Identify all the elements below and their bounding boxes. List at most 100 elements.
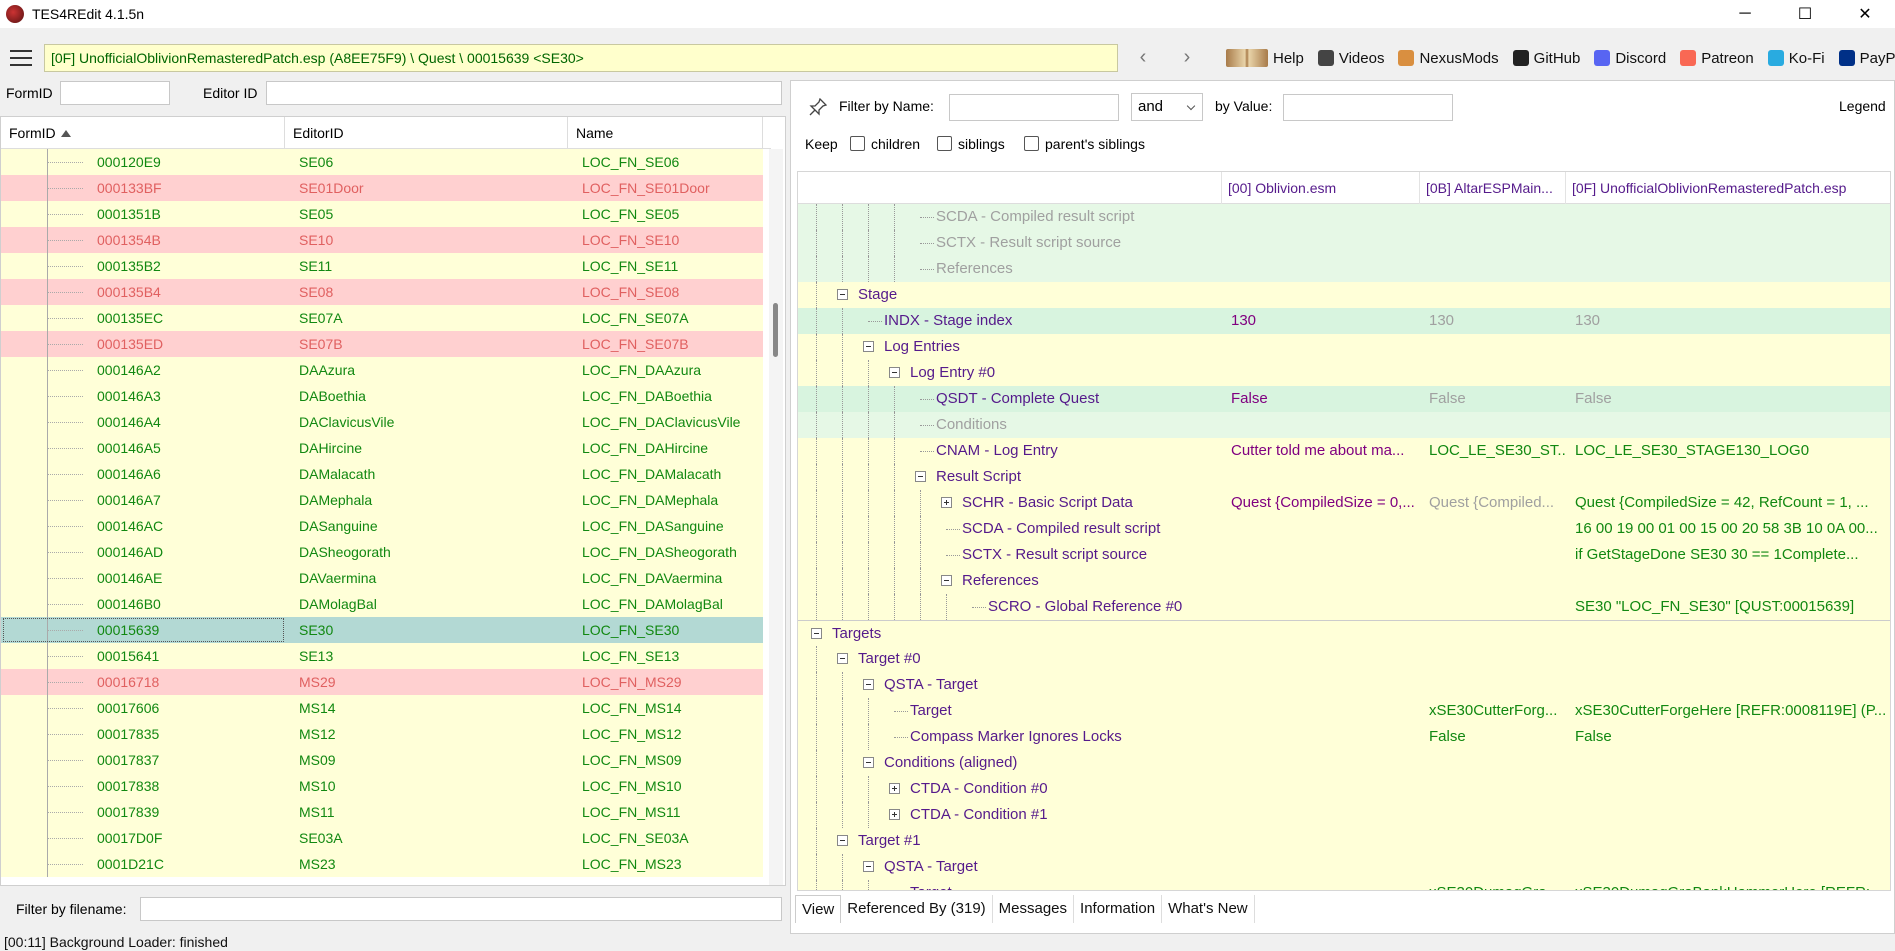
tree-row[interactable]: QSTA - Target — [798, 672, 1890, 698]
table-row[interactable]: 00017D0F SE03A LOC_FN_SE03A — [1, 825, 763, 851]
collapse-icon[interactable] — [811, 628, 822, 639]
tree-row[interactable]: Log Entry #0 — [798, 360, 1890, 386]
collapse-icon[interactable] — [863, 757, 874, 768]
table-row[interactable]: 0001354B SE10 LOC_FN_SE10 — [1, 227, 763, 253]
tree-row[interactable]: Target xSE30DumagGra...xSE30DumagGraBankH… — [798, 880, 1890, 890]
tree-row[interactable]: CTDA - Condition #0 — [798, 776, 1890, 802]
tree-row[interactable]: References — [798, 256, 1890, 282]
tree-row[interactable]: SCTX - Result script source — [798, 230, 1890, 256]
expand-icon[interactable] — [941, 497, 952, 508]
table-row[interactable]: 000120E9 SE06 LOC_FN_SE06 — [1, 149, 763, 175]
collapse-icon[interactable] — [863, 341, 874, 352]
table-row[interactable]: 00017838 MS10 LOC_FN_MS10 — [1, 773, 763, 799]
table-row[interactable]: 000146A4 DAClavicusVile LOC_FN_DAClavicusV… — [1, 409, 763, 435]
legend-button[interactable]: Legend — [1839, 98, 1886, 114]
table-row[interactable]: 000146AD DASheogorath LOC_FN_DASheogorath — [1, 539, 763, 565]
table-row[interactable]: 000135B2 SE11 LOC_FN_SE11 — [1, 253, 763, 279]
tree-row[interactable]: Target xSE30CutterForg... xSE30CutterForge… — [798, 698, 1890, 724]
tree-row[interactable]: Target #0 — [798, 646, 1890, 672]
tree-row[interactable]: INDX - Stage index 130 130 130 — [798, 308, 1890, 334]
parents-siblings-checkbox[interactable] — [1024, 136, 1039, 151]
tree-row[interactable]: Compass Marker Ignores Locks False False — [798, 724, 1890, 750]
table-row[interactable]: 00017606 MS14 LOC_FN_MS14 — [1, 695, 763, 721]
collapse-icon[interactable] — [837, 289, 848, 300]
table-row[interactable]: 000146A7 DAMephala LOC_FN_DAMephala — [1, 487, 763, 513]
table-row[interactable]: 00015639 SE30 LOC_FN_SE30 — [1, 617, 763, 643]
table-row[interactable]: 000146A2 DAAzura LOC_FN_DAAzura — [1, 357, 763, 383]
column-header-formid[interactable]: FormID — [1, 117, 285, 149]
collapse-icon[interactable] — [889, 367, 900, 378]
link-discord[interactable]: Discord — [1594, 50, 1666, 67]
tree-row[interactable]: QSDT - Complete Quest False False False — [798, 386, 1890, 412]
close-button[interactable]: ✕ — [1835, 0, 1895, 28]
editorid-filter-input[interactable] — [266, 81, 782, 105]
hamburger-menu-icon[interactable] — [10, 50, 32, 66]
table-row[interactable]: 000146A6 DAMalacath LOC_FN_DAMalacath — [1, 461, 763, 487]
tab-information[interactable]: Information — [1074, 895, 1163, 923]
tree-row[interactable]: Target #1 — [798, 828, 1890, 854]
back-arrow-icon[interactable]: ‹ — [1130, 44, 1156, 72]
link-videos[interactable]: Videos — [1317, 50, 1384, 67]
collapse-icon[interactable] — [837, 653, 848, 664]
tab-messages[interactable]: Messages — [993, 895, 1075, 923]
tree-row[interactable]: Targets — [798, 620, 1890, 646]
tree-row[interactable]: QSTA - Target — [798, 854, 1890, 880]
tree-row[interactable]: Conditions — [798, 412, 1890, 438]
grid-scrollbar[interactable] — [769, 149, 783, 885]
tab-referenced-by[interactable]: Referenced By (319) — [841, 895, 993, 923]
link-patreon[interactable]: Patreon — [1680, 50, 1754, 67]
forward-arrow-icon[interactable]: › — [1174, 44, 1200, 72]
tree-row[interactable]: CTDA - Condition #1 — [798, 802, 1890, 828]
table-row[interactable]: 000135ED SE07B LOC_FN_SE07B — [1, 331, 763, 357]
filter-operator-select[interactable]: and — [1131, 93, 1203, 121]
filter-by-name-input[interactable] — [949, 94, 1119, 121]
link-github[interactable]: GitHub — [1512, 50, 1580, 67]
tree-row[interactable]: References — [798, 568, 1890, 594]
tree-row[interactable]: SCHR - Basic Script Data Quest {CompiledS… — [798, 490, 1890, 516]
table-row[interactable]: 000146A3 DABoethia LOC_FN_DABoethia — [1, 383, 763, 409]
column-header-patch-esp[interactable]: [0F] UnofficialOblivionRemasteredPatch.e… — [1565, 172, 1875, 204]
expand-icon[interactable] — [889, 783, 900, 794]
table-row[interactable]: 00017835 MS12 LOC_FN_MS12 — [1, 721, 763, 747]
collapse-icon[interactable] — [941, 575, 952, 586]
tab-view[interactable]: View — [795, 895, 842, 923]
table-row[interactable]: 00016718 MS29 LOC_FN_MS29 — [1, 669, 763, 695]
filename-filter-input[interactable] — [140, 897, 782, 921]
pin-icon[interactable] — [809, 98, 827, 116]
link-help[interactable]: Help — [1226, 49, 1304, 67]
scrollbar-thumb[interactable] — [773, 303, 778, 357]
tree-row[interactable]: Result Script — [798, 464, 1890, 490]
maximize-button[interactable]: ☐ — [1775, 0, 1835, 28]
tree-row[interactable]: SCRO - Global Reference #0 SE30 "LOC_FN_S… — [798, 594, 1890, 620]
tab-whats-new[interactable]: What's New — [1162, 895, 1255, 923]
table-row[interactable]: 00017837 MS09 LOC_FN_MS09 — [1, 747, 763, 773]
column-header-altaresp[interactable]: [0B] AltarESPMain... — [1419, 172, 1565, 204]
collapse-icon[interactable] — [863, 861, 874, 872]
tree-row[interactable]: SCDA - Compiled result script 16 00 19 00… — [798, 516, 1890, 542]
collapse-icon[interactable] — [837, 835, 848, 846]
table-row[interactable]: 0001351B SE05 LOC_FN_SE05 — [1, 201, 763, 227]
filter-by-value-input[interactable] — [1283, 94, 1453, 121]
siblings-checkbox[interactable] — [937, 136, 952, 151]
link-nexusmods[interactable]: NexusMods — [1398, 50, 1499, 67]
column-header-oblivion-esm[interactable]: [00] Oblivion.esm — [1221, 172, 1419, 204]
tree-row[interactable]: CNAM - Log Entry Cutter told me about ma.… — [798, 438, 1890, 464]
tree-row[interactable]: Log Entries — [798, 334, 1890, 360]
table-row[interactable]: 000133BF SE01Door LOC_FN_SE01Door — [1, 175, 763, 201]
record-path-bar[interactable]: [0F] UnofficialOblivionRemasteredPatch.e… — [44, 44, 1118, 72]
link-paypal[interactable]: PayPal — [1838, 50, 1895, 67]
formid-filter-input[interactable] — [60, 81, 170, 105]
table-row[interactable]: 00017839 MS11 LOC_FN_MS11 — [1, 799, 763, 825]
tree-row[interactable]: SCDA - Compiled result script — [798, 204, 1890, 230]
minimize-button[interactable]: ─ — [1715, 0, 1775, 28]
collapse-icon[interactable] — [915, 471, 926, 482]
tree-row[interactable]: SCTX - Result script source if GetStageDo… — [798, 542, 1890, 568]
table-row[interactable]: 0001D21C MS23 LOC_FN_MS23 — [1, 851, 763, 877]
link-ko-fi[interactable]: Ko-Fi — [1767, 50, 1825, 67]
collapse-icon[interactable] — [863, 679, 874, 690]
tree-row[interactable]: Conditions (aligned) — [798, 750, 1890, 776]
table-row[interactable]: 000146B0 DAMolagBal LOC_FN_DAMolagBal — [1, 591, 763, 617]
column-header-editorid[interactable]: EditorID — [285, 117, 568, 149]
expand-icon[interactable] — [889, 809, 900, 820]
column-header-name[interactable]: Name — [568, 117, 763, 149]
